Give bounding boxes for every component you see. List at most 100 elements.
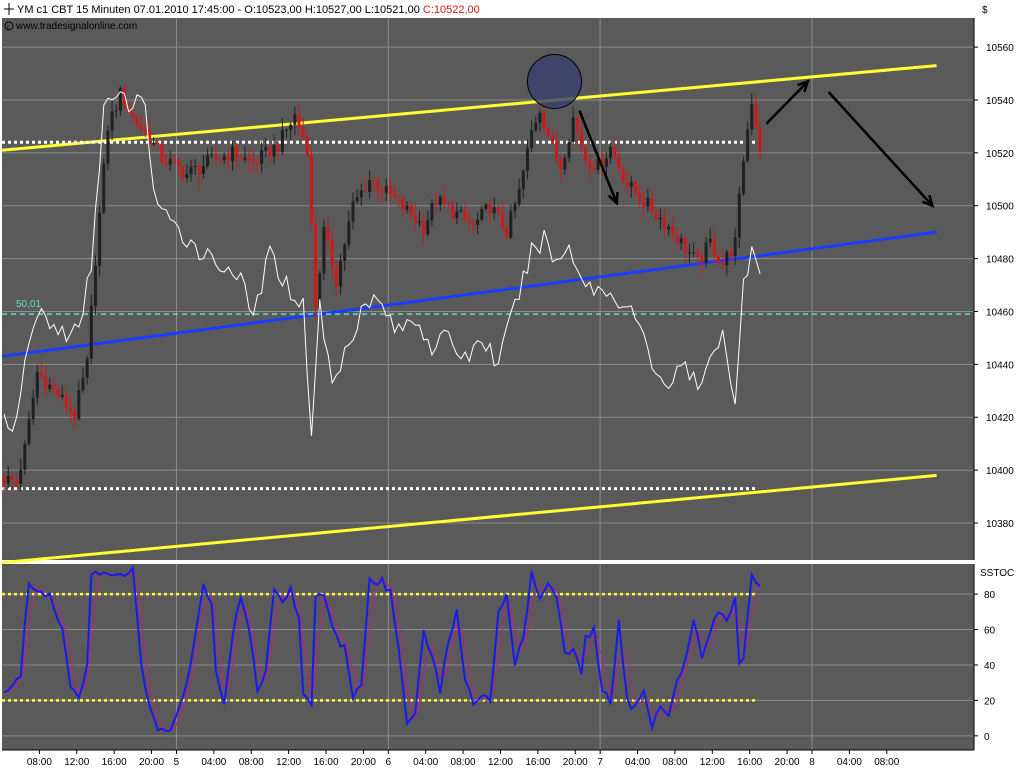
candle-body — [31, 397, 35, 420]
candle-body — [667, 226, 671, 230]
osc-tick-label: 0 — [984, 732, 990, 743]
candle-body — [737, 193, 741, 238]
candle-body — [546, 127, 550, 137]
candle-body — [708, 239, 712, 243]
price-tick-label: 10420 — [986, 413, 1014, 424]
candle-body — [525, 147, 529, 171]
candle-body — [305, 137, 309, 156]
candle-body — [604, 158, 608, 167]
oscillator-title: SSTOC — [980, 568, 1014, 579]
candle-body — [334, 267, 338, 287]
price-tick-label: 10560 — [986, 43, 1014, 54]
oscillator-panel[interactable] — [2, 564, 974, 750]
candle-body — [272, 144, 276, 157]
candle-body — [692, 252, 696, 254]
candle-body — [280, 129, 284, 152]
candle-body — [168, 158, 172, 165]
candle-body — [60, 394, 64, 398]
candle-body — [663, 218, 667, 230]
chart-window: 10380 10400 10420 10440 10460 10480 10500 10520… — [0, 0, 1024, 768]
candle-body — [355, 197, 359, 202]
price-tick-label: 10440 — [986, 360, 1014, 371]
candle-body — [231, 146, 235, 162]
ohlc-readout: YM c1 CBT 15 Minuten 07.01.2010 17:45:00… — [17, 4, 423, 16]
fifty-level-label: 50,01 — [16, 299, 41, 310]
candle-body — [633, 182, 637, 194]
time-tick-label: 6 — [386, 757, 392, 768]
candle-body — [301, 127, 305, 138]
price-tick-label: 10400 — [986, 466, 1014, 477]
candle-body — [339, 260, 343, 287]
candle-body — [222, 156, 226, 160]
candle-body — [613, 147, 617, 158]
candle-body — [293, 114, 297, 125]
candle-body — [521, 170, 525, 189]
time-tick-label: 12:00 — [276, 757, 301, 768]
price-tick-label: 10540 — [986, 96, 1014, 107]
candle-body — [393, 194, 397, 198]
candle-body — [559, 158, 563, 170]
candle-body — [542, 112, 546, 128]
osc-tick-label: 40 — [984, 661, 996, 672]
candle-body — [106, 130, 110, 164]
candle-body — [351, 201, 355, 222]
candle-body — [642, 201, 646, 207]
chart-canvas: 10380 10400 10420 10440 10460 10480 10500 10520… — [0, 0, 1024, 768]
candle-body — [438, 196, 442, 206]
candle-body — [297, 114, 301, 128]
close-readout: C:10522,00 — [423, 4, 480, 16]
price-tick-label: 10500 — [986, 202, 1014, 213]
time-tick-label: 08:00 — [874, 757, 899, 768]
candle-body — [650, 198, 654, 213]
time-tick-label: 08:00 — [451, 757, 476, 768]
candle-body — [609, 147, 613, 159]
time-tick-label: 08:00 — [662, 757, 687, 768]
candle-body — [754, 104, 758, 128]
candle-body — [23, 443, 27, 470]
candle-body — [712, 239, 716, 256]
price-tick-label: 10380 — [986, 519, 1014, 530]
candle-body — [268, 146, 272, 157]
candle-body — [210, 154, 214, 156]
candle-body — [164, 162, 168, 165]
candle-body — [534, 122, 538, 131]
candle-body — [255, 163, 259, 165]
candle-body — [189, 166, 193, 175]
candle-body — [35, 371, 39, 398]
price-panel[interactable] — [2, 18, 974, 560]
candle-body — [671, 226, 675, 235]
chart-title: YM c1 CBT 15 Minuten 07.01.2010 17:45:00… — [17, 4, 480, 16]
candle-body — [488, 204, 492, 214]
time-tick-label: 08:00 — [27, 757, 52, 768]
time-tick-label: 04:00 — [201, 757, 226, 768]
candle-body — [197, 165, 201, 174]
candle-body — [363, 190, 367, 192]
candle-body — [110, 111, 114, 131]
candle-body — [679, 238, 683, 244]
candle-body — [114, 110, 118, 112]
candle-body — [434, 203, 438, 206]
candle-body — [69, 407, 73, 412]
candle-body — [135, 117, 139, 125]
price-axis-unit: $ — [982, 5, 988, 16]
candle-body — [343, 244, 347, 261]
candle-body — [571, 117, 575, 142]
time-tick-label: 16:00 — [525, 757, 550, 768]
candle — [98, 204, 102, 277]
candle-body — [260, 150, 264, 164]
candle-body — [19, 469, 23, 485]
candle — [309, 146, 313, 230]
candle-body — [459, 210, 463, 212]
candle-body — [172, 158, 176, 161]
candle-body — [247, 157, 251, 160]
candle-body — [741, 161, 745, 194]
time-tick-label: 04:00 — [837, 757, 862, 768]
candle-body — [243, 157, 247, 160]
candle-body — [143, 128, 147, 131]
time-tick-label: 7 — [597, 757, 603, 768]
candle-body — [52, 384, 56, 390]
candle-body — [6, 475, 10, 484]
candle-body — [417, 221, 421, 223]
candle-body — [10, 475, 14, 481]
candle-body — [185, 174, 189, 179]
